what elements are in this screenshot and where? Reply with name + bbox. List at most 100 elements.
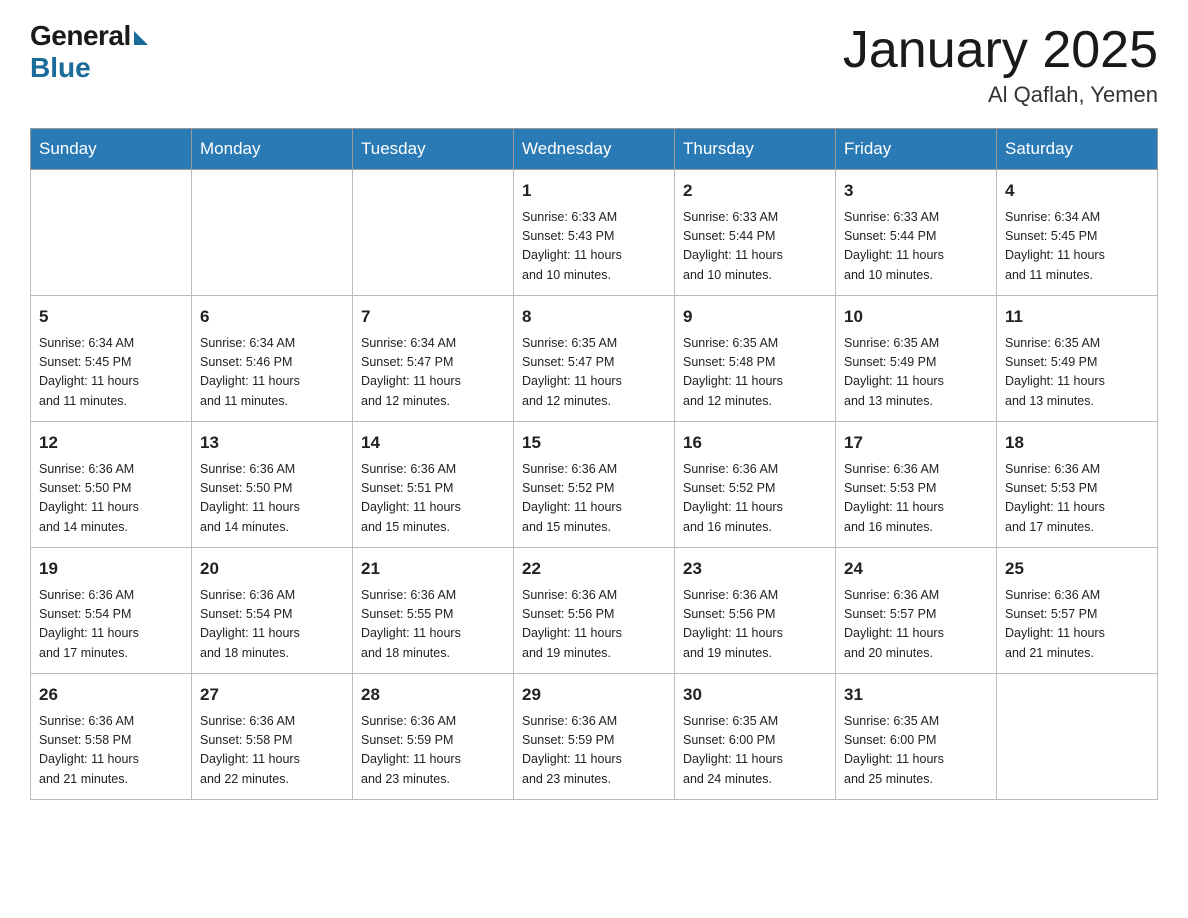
day-number: 21 — [361, 556, 505, 582]
day-info: Sunrise: 6:33 AMSunset: 5:44 PMDaylight:… — [844, 208, 988, 286]
day-info: Sunrise: 6:36 AMSunset: 5:58 PMDaylight:… — [200, 712, 344, 790]
day-number: 20 — [200, 556, 344, 582]
calendar-cell: 2 Sunrise: 6:33 AMSunset: 5:44 PMDaylight… — [675, 170, 836, 296]
calendar-cell: 29 Sunrise: 6:36 AMSunset: 5:59 PMDayligh… — [514, 674, 675, 800]
day-number: 3 — [844, 178, 988, 204]
logo: General Blue — [30, 20, 148, 84]
calendar-cell: 7 Sunrise: 6:34 AMSunset: 5:47 PMDaylight… — [353, 296, 514, 422]
day-info: Sunrise: 6:33 AMSunset: 5:44 PMDaylight:… — [683, 208, 827, 286]
day-info: Sunrise: 6:36 AMSunset: 5:59 PMDaylight:… — [522, 712, 666, 790]
calendar-cell: 3 Sunrise: 6:33 AMSunset: 5:44 PMDaylight… — [836, 170, 997, 296]
calendar-cell — [997, 674, 1158, 800]
day-number: 1 — [522, 178, 666, 204]
calendar-cell: 28 Sunrise: 6:36 AMSunset: 5:59 PMDayligh… — [353, 674, 514, 800]
calendar-week-row: 1 Sunrise: 6:33 AMSunset: 5:43 PMDaylight… — [31, 170, 1158, 296]
day-number: 7 — [361, 304, 505, 330]
calendar-cell: 5Sunrise: 6:34 AMSunset: 5:45 PMDaylight… — [31, 296, 192, 422]
day-info: Sunrise: 6:35 AMSunset: 5:49 PMDaylight:… — [844, 334, 988, 412]
calendar-cell: 11Sunrise: 6:35 AMSunset: 5:49 PMDayligh… — [997, 296, 1158, 422]
day-number: 2 — [683, 178, 827, 204]
day-info: Sunrise: 6:36 AMSunset: 5:57 PMDaylight:… — [1005, 586, 1149, 664]
calendar-cell: 9 Sunrise: 6:35 AMSunset: 5:48 PMDaylight… — [675, 296, 836, 422]
calendar-cell: 15 Sunrise: 6:36 AMSunset: 5:52 PMDayligh… — [514, 422, 675, 548]
day-info: Sunrise: 6:36 AMSunset: 5:52 PMDaylight:… — [683, 460, 827, 538]
calendar-header-sunday: Sunday — [31, 129, 192, 170]
calendar-cell: 12 Sunrise: 6:36 AMSunset: 5:50 PMDayligh… — [31, 422, 192, 548]
day-info: Sunrise: 6:34 AMSunset: 5:45 PMDaylight:… — [1005, 208, 1149, 286]
calendar-header-row: SundayMondayTuesdayWednesdayThursdayFrid… — [31, 129, 1158, 170]
calendar-cell: 21 Sunrise: 6:36 AMSunset: 5:55 PMDayligh… — [353, 548, 514, 674]
calendar-cell: 16 Sunrise: 6:36 AMSunset: 5:52 PMDayligh… — [675, 422, 836, 548]
day-number: 30 — [683, 682, 827, 708]
calendar-cell — [31, 170, 192, 296]
day-number: 12 — [39, 430, 183, 456]
day-info: Sunrise: 6:35 AMSunset: 6:00 PMDaylight:… — [683, 712, 827, 790]
calendar-cell — [353, 170, 514, 296]
calendar-cell: 26Sunrise: 6:36 AMSunset: 5:58 PMDayligh… — [31, 674, 192, 800]
day-number: 9 — [683, 304, 827, 330]
logo-general-text: General — [30, 20, 131, 52]
calendar-header-saturday: Saturday — [997, 129, 1158, 170]
day-number: 4 — [1005, 178, 1149, 204]
calendar-header-tuesday: Tuesday — [353, 129, 514, 170]
calendar-cell: 25 Sunrise: 6:36 AMSunset: 5:57 PMDayligh… — [997, 548, 1158, 674]
day-number: 10 — [844, 304, 988, 330]
day-number: 17 — [844, 430, 988, 456]
calendar-cell: 4 Sunrise: 6:34 AMSunset: 5:45 PMDaylight… — [997, 170, 1158, 296]
day-number: 5 — [39, 304, 183, 330]
calendar-cell: 23Sunrise: 6:36 AMSunset: 5:56 PMDayligh… — [675, 548, 836, 674]
day-number: 28 — [361, 682, 505, 708]
day-number: 23 — [683, 556, 827, 582]
calendar-cell: 14Sunrise: 6:36 AMSunset: 5:51 PMDayligh… — [353, 422, 514, 548]
logo-arrow-icon — [134, 31, 148, 45]
day-info: Sunrise: 6:35 AMSunset: 6:00 PMDaylight:… — [844, 712, 988, 790]
calendar-header-friday: Friday — [836, 129, 997, 170]
day-info: Sunrise: 6:33 AMSunset: 5:43 PMDaylight:… — [522, 208, 666, 286]
day-number: 15 — [522, 430, 666, 456]
day-info: Sunrise: 6:36 AMSunset: 5:51 PMDaylight:… — [361, 460, 505, 538]
month-title: January 2025 — [843, 20, 1158, 80]
day-info: Sunrise: 6:35 AMSunset: 5:48 PMDaylight:… — [683, 334, 827, 412]
calendar-cell: 19 Sunrise: 6:36 AMSunset: 5:54 PMDayligh… — [31, 548, 192, 674]
day-info: Sunrise: 6:34 AMSunset: 5:46 PMDaylight:… — [200, 334, 344, 412]
calendar-cell: 31 Sunrise: 6:35 AMSunset: 6:00 PMDayligh… — [836, 674, 997, 800]
calendar-cell: 18Sunrise: 6:36 AMSunset: 5:53 PMDayligh… — [997, 422, 1158, 548]
title-section: January 2025 Al Qaflah, Yemen — [843, 20, 1158, 108]
day-info: Sunrise: 6:36 AMSunset: 5:55 PMDaylight:… — [361, 586, 505, 664]
day-number: 22 — [522, 556, 666, 582]
day-number: 11 — [1005, 304, 1149, 330]
day-info: Sunrise: 6:36 AMSunset: 5:53 PMDaylight:… — [844, 460, 988, 538]
day-number: 19 — [39, 556, 183, 582]
day-number: 31 — [844, 682, 988, 708]
calendar-header-monday: Monday — [192, 129, 353, 170]
day-info: Sunrise: 6:35 AMSunset: 5:47 PMDaylight:… — [522, 334, 666, 412]
day-number: 25 — [1005, 556, 1149, 582]
calendar-week-row: 19 Sunrise: 6:36 AMSunset: 5:54 PMDayligh… — [31, 548, 1158, 674]
day-number: 18 — [1005, 430, 1149, 456]
calendar-cell: 17 Sunrise: 6:36 AMSunset: 5:53 PMDayligh… — [836, 422, 997, 548]
day-info: Sunrise: 6:36 AMSunset: 5:59 PMDaylight:… — [361, 712, 505, 790]
logo-blue-text: Blue — [30, 52, 91, 84]
day-info: Sunrise: 6:36 AMSunset: 5:52 PMDaylight:… — [522, 460, 666, 538]
calendar-week-row: 12 Sunrise: 6:36 AMSunset: 5:50 PMDayligh… — [31, 422, 1158, 548]
calendar-table: SundayMondayTuesdayWednesdayThursdayFrid… — [30, 128, 1158, 800]
calendar-cell: 8Sunrise: 6:35 AMSunset: 5:47 PMDaylight… — [514, 296, 675, 422]
day-info: Sunrise: 6:36 AMSunset: 5:50 PMDaylight:… — [200, 460, 344, 538]
calendar-cell — [192, 170, 353, 296]
day-number: 13 — [200, 430, 344, 456]
calendar-header-thursday: Thursday — [675, 129, 836, 170]
calendar-cell: 1 Sunrise: 6:33 AMSunset: 5:43 PMDaylight… — [514, 170, 675, 296]
calendar-cell: 6Sunrise: 6:34 AMSunset: 5:46 PMDaylight… — [192, 296, 353, 422]
day-number: 16 — [683, 430, 827, 456]
day-info: Sunrise: 6:36 AMSunset: 5:50 PMDaylight:… — [39, 460, 183, 538]
calendar-cell: 30 Sunrise: 6:35 AMSunset: 6:00 PMDayligh… — [675, 674, 836, 800]
day-info: Sunrise: 6:36 AMSunset: 5:56 PMDaylight:… — [522, 586, 666, 664]
day-number: 29 — [522, 682, 666, 708]
day-info: Sunrise: 6:34 AMSunset: 5:47 PMDaylight:… — [361, 334, 505, 412]
day-info: Sunrise: 6:36 AMSunset: 5:58 PMDaylight:… — [39, 712, 183, 790]
day-info: Sunrise: 6:36 AMSunset: 5:54 PMDaylight:… — [200, 586, 344, 664]
day-info: Sunrise: 6:36 AMSunset: 5:54 PMDaylight:… — [39, 586, 183, 664]
calendar-week-row: 5Sunrise: 6:34 AMSunset: 5:45 PMDaylight… — [31, 296, 1158, 422]
calendar-cell: 13 Sunrise: 6:36 AMSunset: 5:50 PMDayligh… — [192, 422, 353, 548]
day-number: 24 — [844, 556, 988, 582]
